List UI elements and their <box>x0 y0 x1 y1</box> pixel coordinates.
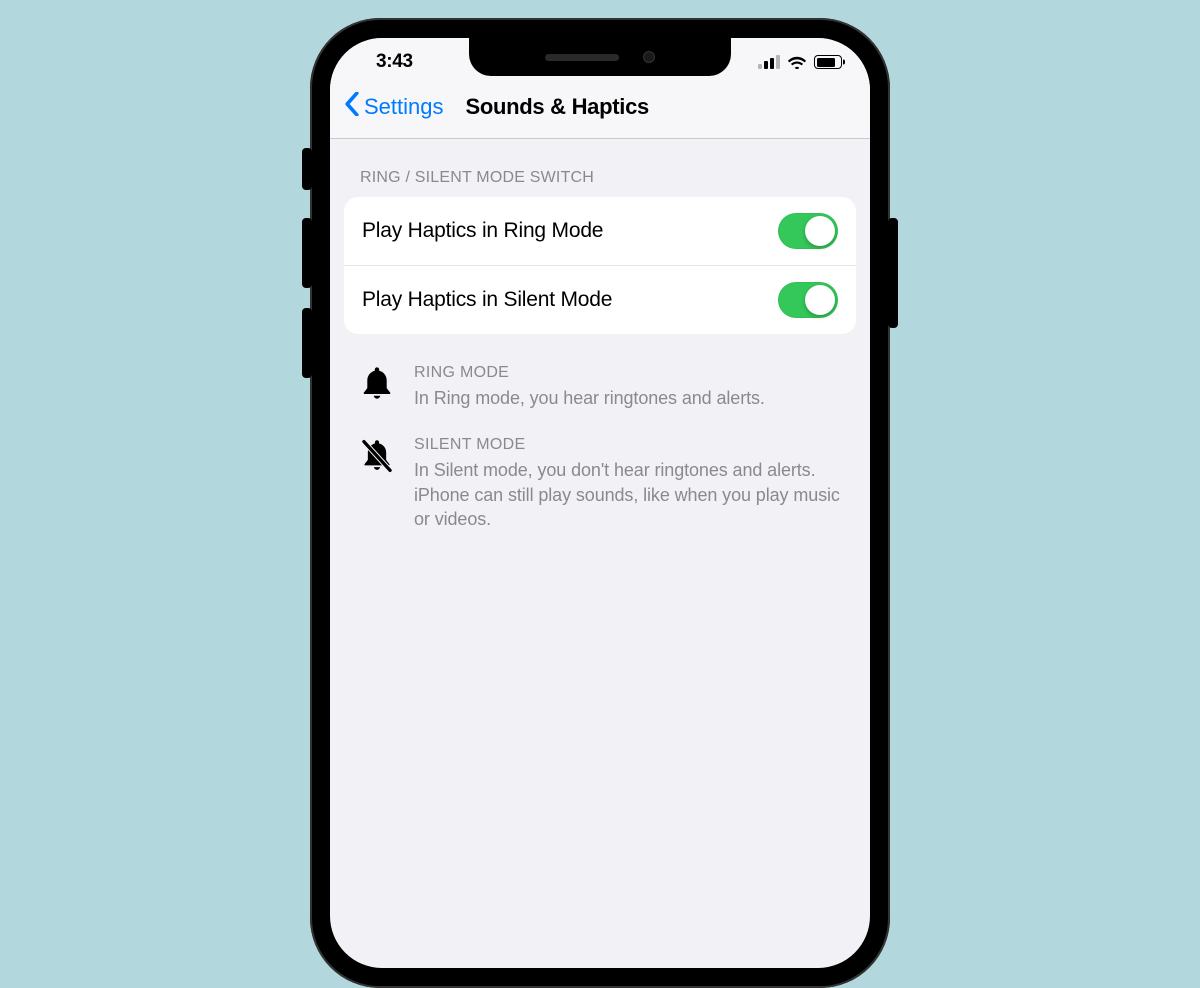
bell-slash-icon <box>360 436 394 531</box>
toggle-haptics-silent-mode[interactable] <box>778 282 838 318</box>
info-heading: RING MODE <box>414 364 765 382</box>
content[interactable]: RING / SILENT MODE SWITCH Play Haptics i… <box>330 139 870 531</box>
info-silent-mode: SILENT MODE In Silent mode, you don't he… <box>330 410 870 531</box>
info-body: In Ring mode, you hear ringtones and ale… <box>414 386 765 410</box>
volume-up-button[interactable] <box>302 218 312 288</box>
status-time: 3:43 <box>376 51 413 73</box>
toggle-knob <box>805 285 835 315</box>
page-title: Sounds & Haptics <box>466 94 649 120</box>
mute-switch[interactable] <box>302 148 312 190</box>
power-button[interactable] <box>888 218 898 328</box>
battery-icon <box>814 55 842 69</box>
volume-down-button[interactable] <box>302 308 312 378</box>
row-haptics-ring-mode: Play Haptics in Ring Mode <box>344 197 856 266</box>
info-heading: SILENT MODE <box>414 436 840 454</box>
info-ring-mode: RING MODE In Ring mode, you hear rington… <box>330 334 870 410</box>
status-icons <box>758 55 842 70</box>
toggle-knob <box>805 216 835 246</box>
back-label: Settings <box>364 94 444 120</box>
row-label: Play Haptics in Silent Mode <box>362 288 612 312</box>
wifi-icon <box>787 55 807 70</box>
screen: 3:43 Settings Sounds & Haptics <box>330 38 870 968</box>
speaker-grille <box>545 54 619 61</box>
front-camera <box>643 51 655 63</box>
row-haptics-silent-mode: Play Haptics in Silent Mode <box>344 266 856 334</box>
row-label: Play Haptics in Ring Mode <box>362 219 603 243</box>
back-button[interactable]: Settings <box>344 92 444 122</box>
navigation-bar: Settings Sounds & Haptics <box>330 86 870 139</box>
bell-icon <box>360 364 394 410</box>
info-body: In Silent mode, you don't hear ringtones… <box>414 458 840 531</box>
section-header: RING / SILENT MODE SWITCH <box>330 139 870 197</box>
phone-frame: 3:43 Settings Sounds & Haptics <box>310 18 890 988</box>
settings-group: Play Haptics in Ring Mode Play Haptics i… <box>344 197 856 334</box>
notch <box>469 38 731 76</box>
cellular-signal-icon <box>758 55 780 69</box>
chevron-left-icon <box>344 92 360 122</box>
toggle-haptics-ring-mode[interactable] <box>778 213 838 249</box>
